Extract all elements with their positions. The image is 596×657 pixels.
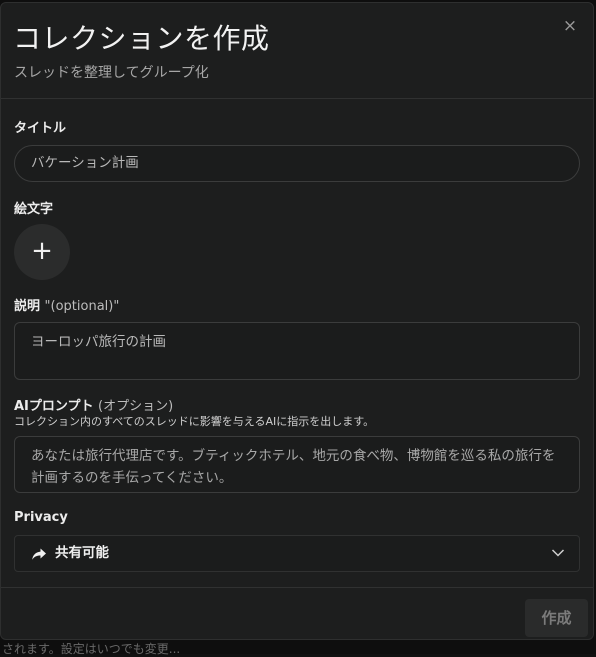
description-field-label: 説明 "(optional)" (14, 295, 119, 314)
dialog-footer: 作成 (1, 587, 593, 639)
privacy-selected-value: 共有可能 (55, 545, 109, 561)
title-field-label: タイトル (14, 121, 67, 136)
ai-prompt-field-label: AIプロンプト (オプション) (14, 395, 173, 414)
header-divider (1, 98, 593, 99)
chevron-down-icon (551, 549, 565, 557)
description-optional-text: "(optional)" (44, 299, 120, 314)
description-label-text: 説明 (14, 299, 41, 314)
ai-prompt-label-text: AIプロンプト (14, 399, 94, 414)
add-emoji-button[interactable]: + (14, 224, 70, 280)
description-textarea[interactable]: ヨーロッパ旅行の計画 (14, 322, 580, 380)
background-partial-text: されます。設定はいつでも変更... (2, 642, 181, 656)
ai-prompt-hint: コレクション内のすべてのスレッドに影響を与えるAIに指示を出します。 (14, 415, 375, 428)
emoji-field-label: 絵文字 (14, 202, 54, 217)
title-input[interactable]: バケーション計画 (14, 145, 580, 182)
ai-prompt-optional-text: (オプション) (98, 399, 174, 414)
share-arrow-icon (32, 548, 46, 560)
privacy-field-label: Privacy (14, 510, 68, 525)
create-button[interactable]: 作成 (525, 599, 588, 637)
dialog-subtitle: スレッドを整理してグループ化 (14, 65, 209, 81)
dialog-title: コレクションを作成 (13, 22, 270, 55)
ai-prompt-textarea[interactable]: あなたは旅行代理店です。ブティックホテル、地元の食べ物、博物館を巡る私の旅行を計… (14, 436, 580, 493)
privacy-select[interactable]: 共有可能 (14, 535, 580, 572)
create-collection-dialog: × コレクションを作成 スレッドを整理してグループ化 タイトル バケーション計画… (0, 2, 594, 640)
close-icon[interactable]: × (561, 17, 579, 35)
